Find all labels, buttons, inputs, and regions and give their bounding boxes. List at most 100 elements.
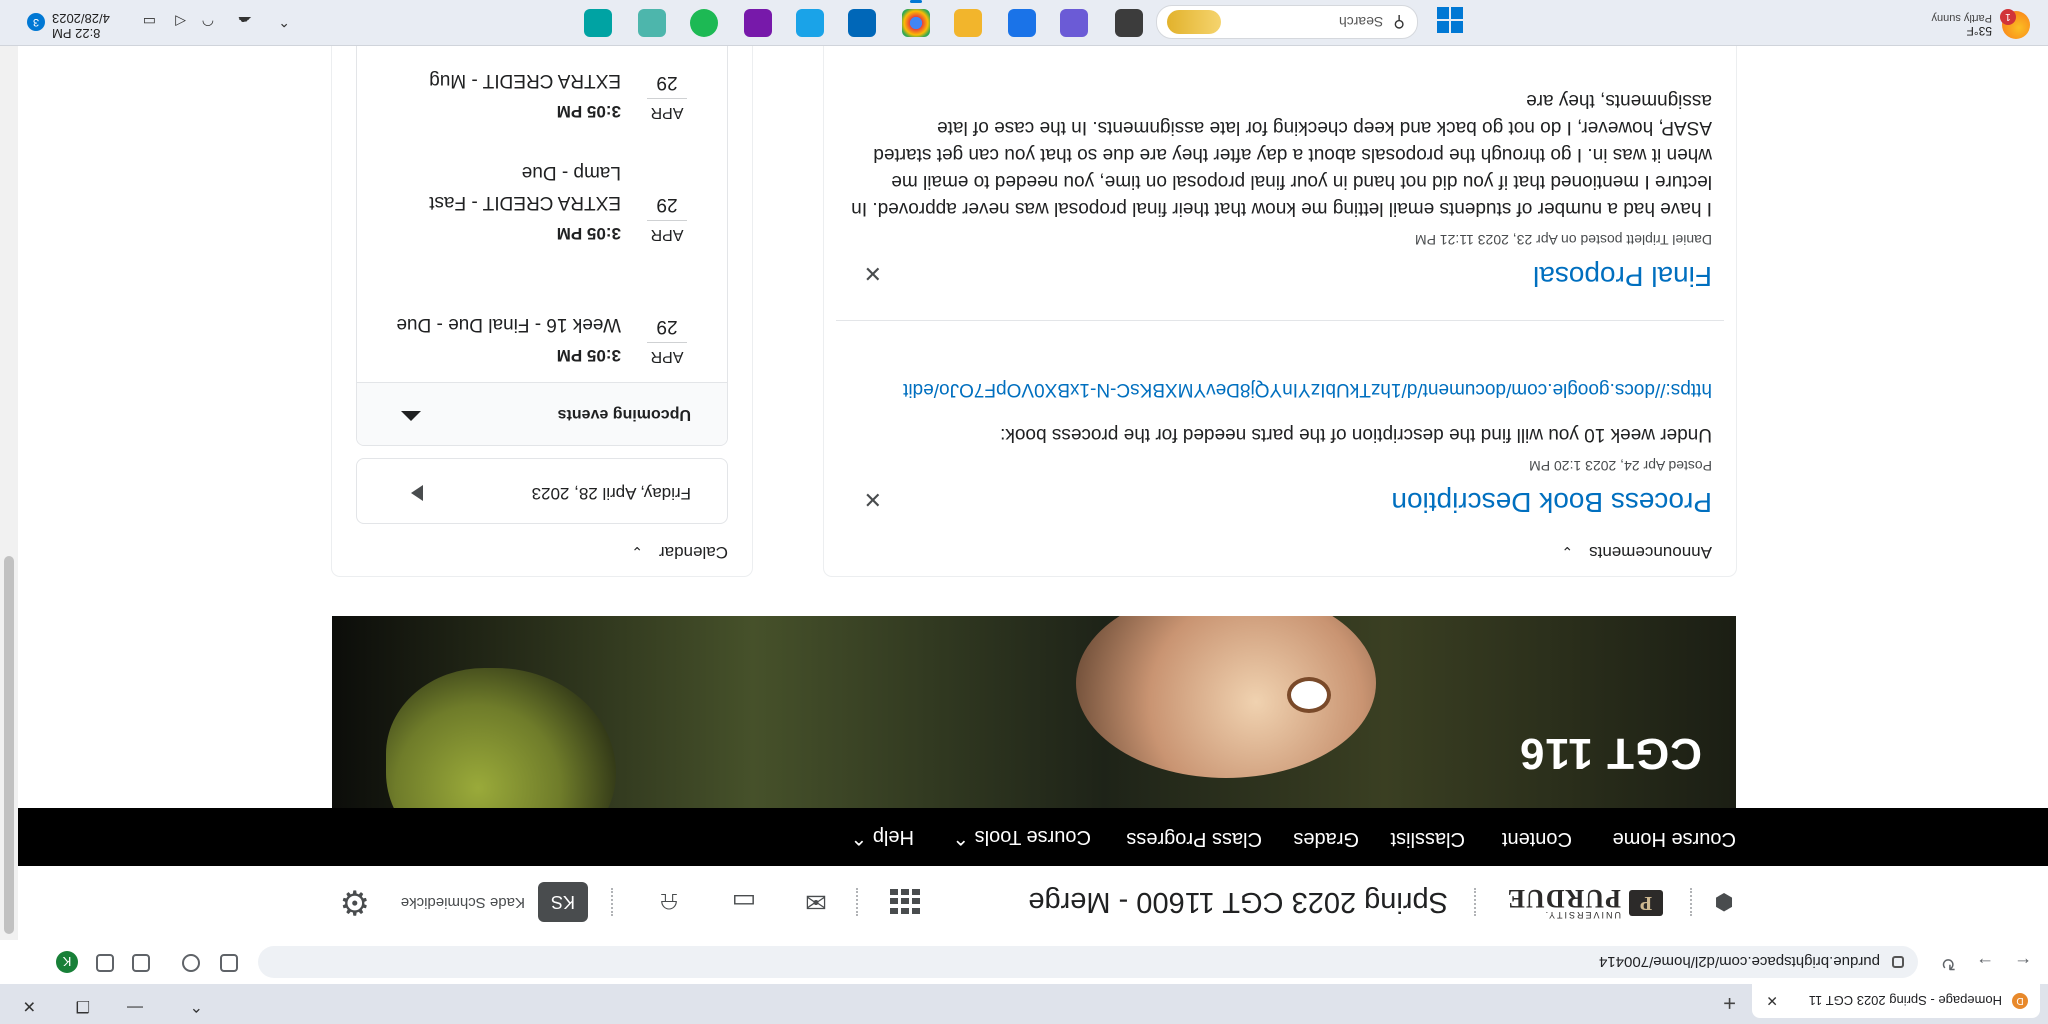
page-scrollbar-thumb[interactable] (4, 556, 14, 934)
nav-class-progress[interactable]: Class Progress (1126, 827, 1262, 850)
windows-taskbar: 1 53°F Partly sunny ⚲ Search ⌃ ☁ ◠ ◁ ▭ 8… (0, 0, 2048, 46)
onenote-icon[interactable] (744, 9, 772, 37)
event-title[interactable]: EXTRA CREDIT - Fast Lamp - Due (381, 157, 621, 217)
event-time: 3:05 PM (556, 102, 621, 121)
announcement-title[interactable]: Process Book Description (1391, 486, 1712, 518)
dismiss-announcement-icon[interactable]: ✕ (864, 486, 882, 512)
new-tab-button[interactable]: + (1723, 990, 1736, 1016)
nav-content[interactable]: Content (1502, 827, 1572, 850)
wifi-icon[interactable]: ◠ (202, 13, 214, 30)
chrome-icon[interactable] (902, 9, 930, 37)
upcoming-events-header[interactable]: Upcoming events (357, 382, 727, 445)
spotify-icon[interactable] (690, 9, 718, 37)
profile-avatar[interactable]: K (56, 951, 78, 973)
calendar-date-selector[interactable]: Friday, April 28, 2023 (356, 458, 728, 524)
settings-gear-icon[interactable]: ⚙ (334, 883, 370, 921)
calendar-heading[interactable]: Calendar ⌄ (631, 542, 728, 562)
teams-chat-icon[interactable] (1060, 9, 1088, 37)
dismiss-announcement-icon[interactable]: ✕ (864, 260, 882, 286)
update-alerts-icon[interactable]: ⍾ (655, 888, 683, 918)
event-date-divider (647, 98, 687, 99)
clock[interactable]: 8:22 PM 4/28/2023 (52, 11, 110, 41)
file-explorer-icon[interactable] (954, 9, 982, 37)
browser-tab[interactable]: D Homepage - Spring 2023 CGT 11 ✕ (1752, 984, 2040, 1018)
onedrive-icon[interactable]: ☁ (238, 13, 252, 30)
battery-icon[interactable]: ▭ (143, 13, 156, 30)
header-separator (856, 888, 858, 916)
announcement-title[interactable]: Final Proposal (1533, 260, 1712, 292)
collapse-triangle-icon[interactable] (401, 411, 421, 421)
extensions-icon[interactable] (132, 954, 150, 972)
nav-grades[interactable]: Grades (1293, 827, 1359, 850)
nav-classlist[interactable]: Classlist (1391, 827, 1465, 850)
event-month: APR (650, 226, 684, 243)
announcements-heading[interactable]: Announcements ⌄ (1561, 542, 1712, 562)
event-month: APR (650, 104, 684, 121)
logo-name-text: PURDUE (1506, 884, 1621, 913)
banner-character-eye (1287, 677, 1331, 713)
taskbar-search[interactable]: ⚲ Search (1156, 5, 1418, 39)
chevron-down-icon[interactable]: ⌄ (1561, 543, 1573, 560)
upcoming-events-label: Upcoming events (557, 406, 691, 423)
app-icon-l[interactable] (796, 9, 824, 37)
event-month: APR (650, 348, 684, 365)
expand-arrow-icon[interactable] (411, 485, 423, 501)
event-day: 29 (656, 316, 678, 337)
course-selector-icon[interactable]: ⬢ (1710, 888, 1738, 916)
bookmark-star-icon[interactable] (182, 954, 200, 972)
notification-badge[interactable]: 3 (27, 13, 45, 31)
mail-icon[interactable] (1008, 9, 1036, 37)
tab-search-icon[interactable]: ⌃ (190, 996, 203, 1016)
course-header: ⬢ P UNIVERSITY. PURDUE Spring 2023 CGT 1… (18, 865, 2048, 940)
browser-toolbar: ← → ↻ purdue.brightspace.com/d2l/home/70… (0, 939, 2048, 984)
close-window-icon[interactable]: ✕ (23, 996, 36, 1016)
side-panel-icon[interactable] (96, 954, 114, 972)
weather-widget[interactable]: 1 53°F Partly sunny (1931, 9, 2030, 39)
event-item[interactable]: APR 29 3:05 PM EXTRA CREDIT - Mug (357, 34, 727, 139)
microsoft-store-icon[interactable] (848, 9, 876, 37)
event-item[interactable]: APR 29 3:05 PM EXTRA CREDIT - Fast Lamp … (357, 139, 727, 261)
course-title[interactable]: Spring 2023 CGT 11600 - Merge (1028, 885, 1448, 918)
banner-dragon-image (386, 668, 616, 808)
restore-icon[interactable]: ❐ (76, 996, 90, 1016)
forward-icon[interactable]: → (1976, 953, 1994, 974)
event-title[interactable]: EXTRA CREDIT - Mug (381, 65, 621, 95)
event-day: 29 (656, 194, 678, 215)
share-icon[interactable] (220, 954, 238, 972)
close-tab-icon[interactable]: ✕ (1766, 993, 1778, 1010)
nav-help[interactable]: Help ⌃ (851, 825, 914, 850)
minimize-icon[interactable]: — (127, 998, 143, 1016)
event-title[interactable]: Week 16 - Final Due - Due (381, 309, 621, 339)
task-view-icon[interactable] (1115, 9, 1143, 37)
email-icon[interactable]: ✉ (802, 888, 830, 918)
announcement-link[interactable]: https://docs.google.com/document/d/1hzTk… (848, 376, 1712, 403)
banner-character-image (1076, 616, 1376, 778)
calendar-date-label: Friday, April 28, 2023 (531, 484, 691, 503)
weather-temp: 53°F (1966, 24, 1992, 38)
windows-start-icon[interactable] (1437, 7, 1463, 33)
reload-icon[interactable]: ↻ (1941, 953, 1956, 974)
show-hidden-icons-icon[interactable]: ⌃ (278, 13, 290, 30)
event-item[interactable]: APR 29 3:05 PM Week 16 - Final Due - Due (357, 261, 727, 383)
weather-desc: Partly sunny (1931, 12, 1992, 24)
header-separator (1474, 888, 1476, 916)
banner-title: CGT 116 (1518, 729, 1702, 778)
event-day: 29 (656, 72, 678, 93)
nav-course-home[interactable]: Course Home (1613, 827, 1736, 850)
address-bar[interactable]: purdue.brightspace.com/d2l/home/700414 (258, 946, 1918, 978)
purdue-logo[interactable]: P UNIVERSITY. PURDUE (1506, 884, 1663, 920)
user-name[interactable]: Kade Schmiedicke (401, 894, 525, 911)
notepad-icon[interactable] (638, 9, 666, 37)
course-selector-grid-icon[interactable] (890, 888, 920, 914)
back-icon[interactable]: ← (2014, 953, 2032, 974)
chevron-down-icon[interactable]: ⌄ (631, 543, 643, 560)
search-highlight-image (1167, 10, 1221, 34)
site-info-icon[interactable] (1892, 956, 1904, 968)
announcements-heading-text: Announcements (1589, 543, 1712, 562)
nav-course-tools[interactable]: Course Tools ⌃ (952, 825, 1091, 850)
message-alerts-icon[interactable]: ▭ (730, 888, 758, 918)
announcement-divider (836, 320, 1724, 321)
user-avatar[interactable]: KS (538, 882, 588, 922)
app-icon-m[interactable] (584, 9, 612, 37)
volume-icon[interactable]: ◁ (175, 13, 186, 30)
